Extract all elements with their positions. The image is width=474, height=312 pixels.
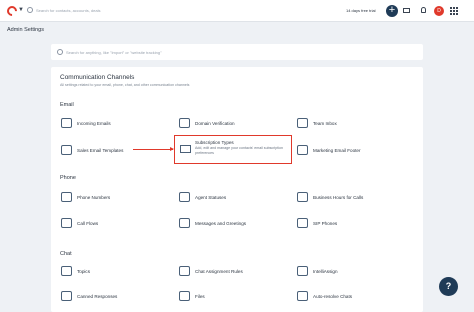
help-button[interactable]: ? [439,277,458,296]
voicemail-icon [179,218,190,228]
search-icon [57,49,63,55]
envelope-icon [180,145,191,153]
mail-icon[interactable] [403,8,410,13]
setting-label: Marketing Email Footer [313,148,361,153]
file-icon [179,291,190,301]
setting-label: Subscription Types [195,140,234,145]
setting-label: Canned Responses [77,294,118,299]
setting-description: Add, edit and manage your contacts' emai… [195,146,283,155]
inbox-icon [61,118,72,128]
agent-icon [179,192,190,202]
setting-label: Topics [77,269,91,274]
setting-label: Domain Verification [195,121,235,126]
phone-icon [61,192,72,202]
call-flow-icon [61,218,72,228]
setting-label: Business Hours for Calls [313,195,364,200]
avatar[interactable]: D [434,6,444,16]
team-inbox-icon [297,118,308,128]
top-bar: ▼ 14 days free trial + D [0,0,474,22]
settings-search-input[interactable] [66,47,406,57]
setting-label: Auto-resolve Chats [313,294,353,299]
assignment-icon [179,266,190,276]
search-icon [27,7,33,13]
add-new-button[interactable]: + [386,5,398,17]
apps-grid-icon[interactable] [450,7,458,15]
bell-icon[interactable] [421,7,426,13]
global-search-input[interactable] [36,6,146,15]
setting-label: Chat Assignment Rules [195,269,243,274]
auto-resolve-icon [297,291,308,301]
setting-label: Call Flows [77,221,99,226]
trial-badge: 14 days free trial [346,8,376,13]
setting-label: Incoming Emails [77,121,111,126]
section-phone-title: Phone [60,175,76,181]
setting-label: Team Inbox [313,121,337,126]
page-title: Admin Settings [7,27,44,33]
card-title: Communication Channels [60,74,135,81]
settings-search[interactable] [51,44,423,60]
setting-label: Sales Email Templates [77,148,124,153]
setting-label: Files [195,294,205,299]
canned-response-icon [61,291,72,301]
setting-label: Agent Statuses [195,195,227,200]
setting-label: SIP Phones [313,221,338,226]
section-chat-title: Chat [60,251,72,257]
card-subtitle: All settings related to your email, phon… [60,83,190,87]
template-icon [61,145,72,155]
footer-icon [297,145,308,155]
app-logo-icon[interactable] [4,3,20,19]
clock-phone-icon [297,192,308,202]
chat-topics-icon [61,266,72,276]
setting-label: Messages and Greetings [195,221,247,226]
verified-mail-icon [179,118,190,128]
setting-label: Phone Numbers [77,195,111,200]
setting-subscription-types[interactable]: Subscription Types Add, edit and manage … [174,135,292,164]
global-search[interactable] [27,6,147,16]
section-email-title: Email [60,102,74,108]
setting-label: IntelliAssign [313,269,338,274]
communication-channels-card: Communication Channels All settings rela… [51,67,423,312]
intelliassign-icon [297,266,308,276]
sip-phone-icon [297,218,308,228]
chevron-down-icon[interactable]: ▼ [18,7,24,13]
annotation-arrow [133,147,174,151]
